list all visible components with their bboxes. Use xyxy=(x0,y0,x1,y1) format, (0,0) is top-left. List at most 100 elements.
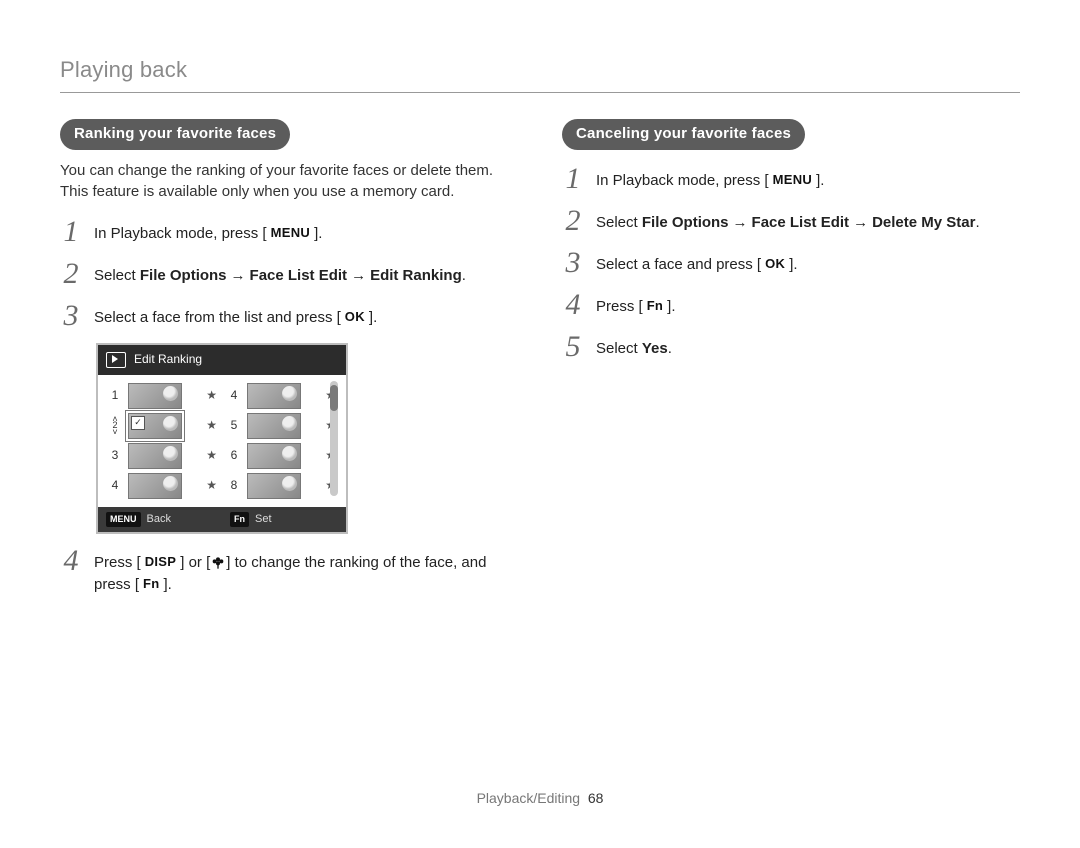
fn-button-token: Fn xyxy=(643,297,667,316)
two-column-layout: Ranking your favorite faces You can chan… xyxy=(60,119,1020,608)
step-number: 5 xyxy=(562,332,584,362)
footer-back-label: Back xyxy=(147,512,171,528)
rank-number: 1 xyxy=(108,387,122,404)
step-number: 3 xyxy=(562,248,584,278)
step-number: 1 xyxy=(562,164,584,194)
step-body: In Playback mode, press [MENU]. xyxy=(596,164,1020,194)
steps-list-ranking: 1 In Playback mode, press [MENU]. 2 Sele… xyxy=(60,217,518,331)
star-icon: ★ xyxy=(206,477,217,494)
footer-set: FnSet xyxy=(222,507,346,533)
face-cell: 4 ★ xyxy=(108,473,217,499)
path-delete-my-star: Delete My Star xyxy=(872,214,975,231)
rank-number: 3 xyxy=(108,447,122,464)
step-number: 2 xyxy=(60,259,82,289)
rank-number-stepper: ˄ 2 ˅ xyxy=(108,416,122,435)
step-body: Select Yes. xyxy=(596,332,1020,362)
text: ]. xyxy=(816,172,824,189)
step-3: 3 Select a face from the list and press … xyxy=(60,301,518,331)
text: Press [ xyxy=(596,298,643,315)
steps-list-canceling: 1 In Playback mode, press [MENU]. 2 Sele… xyxy=(562,164,1020,362)
fn-button-token: Fn xyxy=(139,575,163,594)
face-thumbnail xyxy=(128,473,182,499)
star-icon: ★ xyxy=(206,387,217,404)
face-thumbnail xyxy=(247,413,301,439)
step-1: 1 In Playback mode, press [MENU]. xyxy=(60,217,518,247)
ok-button-token: OK xyxy=(341,308,369,327)
face-cell: 6 ★ xyxy=(227,443,336,469)
text: ]. xyxy=(789,256,797,273)
path-face-list-edit: Face List Edit xyxy=(250,267,348,284)
playback-icon xyxy=(106,352,126,368)
text: In Playback mode, press [ xyxy=(94,225,267,242)
face-cell: 4 ★ xyxy=(227,383,336,409)
text: . xyxy=(668,340,672,357)
text: Select xyxy=(94,267,140,284)
step-number: 3 xyxy=(60,301,82,331)
camera-screenshot: Edit Ranking 1 ★ xyxy=(96,343,348,534)
text: ]. xyxy=(369,309,377,326)
step-body: Select a face from the list and press [O… xyxy=(94,301,518,331)
menu-button-token: MENU xyxy=(267,224,314,243)
text: In Playback mode, press [ xyxy=(596,172,769,189)
step-body: Select File Options→Face List Edit→Delet… xyxy=(596,206,1020,236)
face-thumbnail xyxy=(247,443,301,469)
step-number: 4 xyxy=(562,290,584,320)
face-grid: 1 ★ ˄ 2 ˅ ✓ xyxy=(108,383,336,499)
screenshot-footer: MENU Back FnSet xyxy=(98,507,346,533)
arrow-icon: → xyxy=(227,267,250,284)
text: Press [ xyxy=(94,554,141,571)
face-thumbnail xyxy=(247,383,301,409)
screenshot-title: Edit Ranking xyxy=(134,351,202,368)
text: ]. xyxy=(667,298,675,315)
section-pill-canceling: Canceling your favorite faces xyxy=(562,119,805,150)
arrow-icon: → xyxy=(849,214,872,231)
step-body: Select a face and press [OK]. xyxy=(596,248,1020,278)
step-4: 4 Press [Fn]. xyxy=(562,290,1020,320)
step-number: 2 xyxy=(562,206,584,236)
intro-text: You can change the ranking of your favor… xyxy=(60,160,518,204)
steps-list-ranking-cont: 4 Press [DISP] or [] to change the ranki… xyxy=(60,546,518,596)
right-column: Canceling your favorite faces 1 In Playb… xyxy=(562,119,1020,608)
star-icon: ★ xyxy=(206,447,217,464)
menu-button-token: MENU xyxy=(769,171,816,190)
ok-button-token: OK xyxy=(761,255,789,274)
step-5: 5 Select Yes. xyxy=(562,332,1020,362)
face-thumbnail xyxy=(128,443,182,469)
step-body: Press [DISP] or [] to change the ranking… xyxy=(94,546,518,596)
face-thumbnail xyxy=(128,383,182,409)
arrow-icon: → xyxy=(347,267,370,284)
text: . xyxy=(975,214,979,231)
scrollbar-thumb xyxy=(330,385,338,411)
header-rule xyxy=(60,92,1020,93)
step-4: 4 Press [DISP] or [] to change the ranki… xyxy=(60,546,518,596)
step-number: 4 xyxy=(60,546,82,596)
left-column: Ranking your favorite faces You can chan… xyxy=(60,119,518,608)
text: Select xyxy=(596,214,642,231)
check-icon: ✓ xyxy=(131,416,145,430)
text: . xyxy=(462,267,466,284)
section-pill-ranking: Ranking your favorite faces xyxy=(60,119,290,150)
step-2: 2 Select File Options→Face List Edit→Edi… xyxy=(60,259,518,289)
disp-button-token: DISP xyxy=(141,553,181,572)
text: Select a face from the list and press [ xyxy=(94,309,341,326)
camera-screenshot-wrap: Edit Ranking 1 ★ xyxy=(60,343,518,534)
rank-number: 4 xyxy=(108,477,122,494)
running-head: Playing back xyxy=(60,54,1020,86)
text: ] or [ xyxy=(180,554,210,571)
footer-set-label: Set xyxy=(255,512,272,528)
step-body: In Playback mode, press [MENU]. xyxy=(94,217,518,247)
menu-button-token: MENU xyxy=(106,512,141,527)
step-body: Select File Options→Face List Edit→Edit … xyxy=(94,259,518,289)
path-edit-ranking: Edit Ranking xyxy=(370,267,462,284)
step-body: Press [Fn]. xyxy=(596,290,1020,320)
face-cell: 8 ★ xyxy=(227,473,336,499)
rank-number: 8 xyxy=(227,477,241,494)
option-yes: Yes xyxy=(642,340,668,357)
step-1: 1 In Playback mode, press [MENU]. xyxy=(562,164,1020,194)
rank-number: 5 xyxy=(227,417,241,434)
footer-back: MENU Back xyxy=(98,507,222,533)
face-thumbnail xyxy=(247,473,301,499)
path-file-options: File Options xyxy=(140,267,227,284)
step-3: 3 Select a face and press [OK]. xyxy=(562,248,1020,278)
step-2: 2 Select File Options→Face List Edit→Del… xyxy=(562,206,1020,236)
